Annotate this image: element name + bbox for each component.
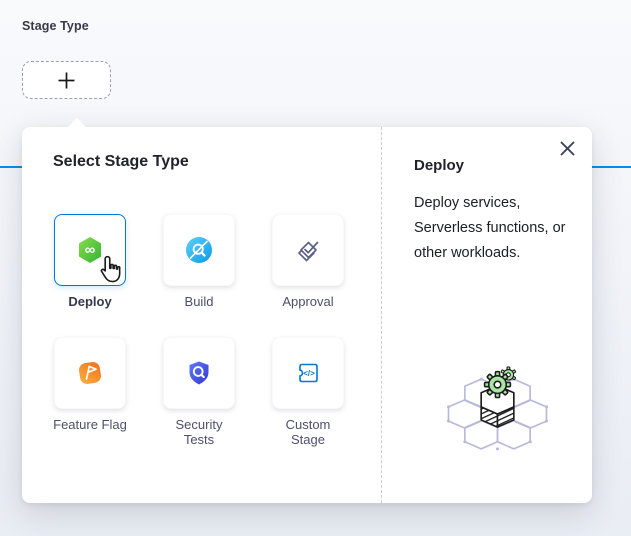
stage-type-label: Stage Type	[22, 19, 89, 33]
stage-option-deploy: ∞ Deploy	[54, 214, 126, 309]
stage-option-feature-flag: Feature Flag	[54, 337, 126, 447]
stage-option-security-tests: Security Tests	[163, 337, 235, 447]
svg-text:</>: </>	[303, 369, 315, 378]
plus-icon	[57, 71, 76, 90]
stage-option-custom-stage: </> Custom Stage	[272, 337, 344, 447]
stage-tile-feature-flag[interactable]	[54, 337, 126, 409]
stage-tile-label: Approval	[269, 294, 347, 309]
stage-tile-label: Custom Stage	[269, 417, 347, 447]
stage-tile-build[interactable]	[163, 214, 235, 286]
hexagon-honeycomb-gear-sketch	[430, 365, 565, 463]
stage-tile-security-tests[interactable]	[163, 337, 235, 409]
close-button[interactable]	[557, 138, 577, 158]
stage-type-grid: ∞ Deploy Build	[54, 214, 344, 447]
feature-flag-icon	[76, 359, 104, 387]
add-stage-button[interactable]	[22, 61, 111, 99]
custom-stage-code-icon: </>	[294, 359, 322, 387]
select-stage-type-dialog: Select Stage Type ∞ Deploy	[22, 127, 592, 503]
approval-diamond-check-icon	[294, 236, 322, 264]
stage-tile-label: Feature Flag	[51, 417, 129, 432]
dialog-title: Select Stage Type	[53, 153, 189, 171]
stage-tile-deploy[interactable]: ∞	[54, 214, 126, 286]
security-shield-icon	[185, 359, 213, 387]
stage-tile-custom-stage[interactable]: </>	[272, 337, 344, 409]
detail-title: Deploy	[414, 157, 464, 174]
stage-tile-label: Deploy	[51, 294, 129, 309]
close-icon	[560, 141, 575, 156]
svg-text:∞: ∞	[85, 242, 96, 259]
detail-description: Deploy services, Serverless functions, o…	[414, 191, 582, 266]
stage-tile-label: Build	[160, 294, 238, 309]
stage-detail-panel: Deploy Deploy services, Serverless funct…	[382, 127, 592, 503]
stage-option-approval: Approval	[272, 214, 344, 309]
cd-hexagon-infinity-icon: ∞	[76, 236, 104, 264]
stage-tile-approval[interactable]	[272, 214, 344, 286]
stage-option-build: Build	[163, 214, 235, 309]
ci-circle-magnifier-icon	[185, 236, 213, 264]
stage-tile-label: Security Tests	[160, 417, 238, 447]
